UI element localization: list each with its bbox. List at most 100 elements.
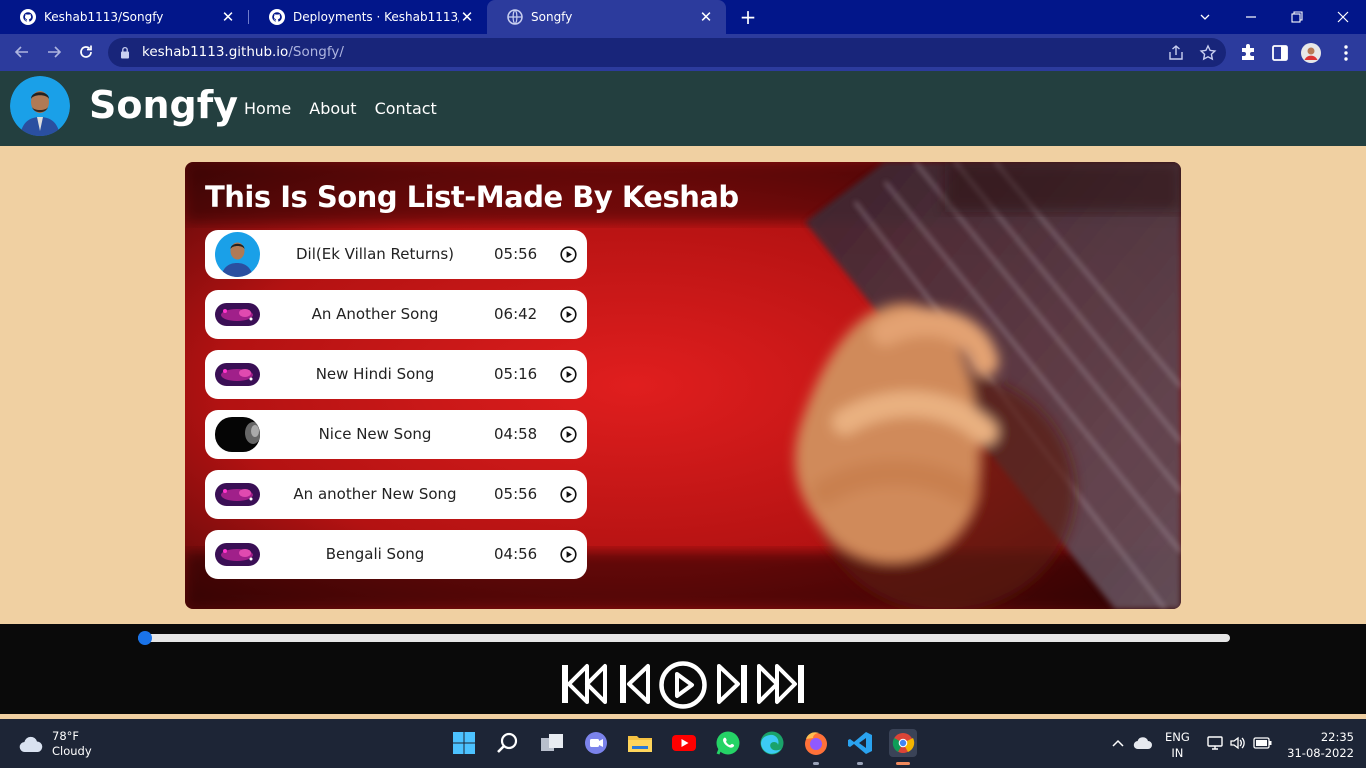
song-item[interactable]: Dil(Ek Villan Returns) 05:56 [205,230,587,279]
minimize-icon[interactable] [1228,0,1274,34]
menu-kebab-icon[interactable] [1336,43,1356,63]
onedrive-cloud-icon[interactable] [1133,736,1153,750]
battery-icon[interactable] [1253,736,1273,750]
url-host: keshab1113.github.io [142,44,289,60]
new-tab-button[interactable]: + [737,5,759,29]
forward-arrow-icon[interactable] [39,37,69,67]
song-duration: 04:56 [494,545,538,563]
song-item[interactable]: New Hindi Song 05:16 [205,350,587,399]
teams-chat-icon[interactable] [582,729,610,757]
chevron-up-icon[interactable] [1111,737,1125,749]
tab-title: Songfy [531,10,573,24]
music-player-bar [0,624,1366,714]
close-icon[interactable]: ✕ [459,8,475,26]
vscode-running-indicator [857,762,863,765]
edge-browser-icon[interactable] [758,729,786,757]
seek-handle[interactable] [138,631,152,645]
share-icon[interactable] [1167,44,1185,62]
tab-github-repo[interactable]: Keshab1113/Songfy ✕ [0,0,248,34]
song-item[interactable]: An another New Song 05:56 [205,470,587,519]
windows-taskbar: 78°F Cloudy ENG IN 22:35 31-08-2022 [0,719,1366,768]
extensions-puzzle-icon[interactable] [1238,43,1258,63]
song-name: An another New Song [293,485,457,503]
previous-track-icon[interactable] [617,662,653,706]
whatsapp-icon[interactable] [714,729,742,757]
next-track-icon[interactable] [714,662,750,706]
nav-link-about[interactable]: About [309,99,356,118]
browser-toolbar: keshab1113.github.io/Songfy/ [0,34,1366,71]
skip-forward-double-icon[interactable] [755,662,807,706]
seek-bar[interactable] [138,634,1230,642]
tab-deployments[interactable]: Deployments · Keshab1113/Songfy ✕ [249,0,487,34]
url-text: keshab1113.github.io/Songfy/ [142,44,344,60]
profile-avatar[interactable] [1301,43,1321,63]
close-icon[interactable]: ✕ [220,8,236,26]
task-view-icon[interactable] [538,729,566,757]
song-list-panel: This Is Song List-Made By Keshab Dil(Ek … [185,162,1181,609]
vscode-icon[interactable] [846,729,874,757]
song-thumbnail [215,483,260,506]
back-arrow-icon[interactable] [7,37,37,67]
play-circle-icon[interactable] [560,246,577,263]
tab-songfy[interactable]: Songfy ✕ [487,0,726,34]
clock-time: 22:35 [1320,730,1354,744]
nav-link-home[interactable]: Home [244,99,291,118]
song-duration: 05:16 [494,365,538,383]
song-thumbnail [215,303,260,326]
language-code: ENG [1165,730,1190,744]
restore-icon[interactable] [1274,0,1320,34]
song-name: New Hindi Song [315,365,435,383]
song-thumbnail [215,543,260,566]
song-name: An Another Song [311,305,439,323]
file-explorer-icon[interactable] [626,729,654,757]
side-panel-icon[interactable] [1270,43,1290,63]
youtube-icon[interactable] [670,729,698,757]
firefox-icon[interactable] [802,729,830,757]
chrome-icon[interactable] [889,729,917,757]
volume-icon[interactable] [1229,735,1247,751]
tab-search-icon[interactable] [1182,0,1228,34]
song-item[interactable]: An Another Song 06:42 [205,290,587,339]
song-thumbnail [215,232,260,277]
windows-start-icon[interactable] [450,729,478,757]
browser-tab-strip: Keshab1113/Songfy ✕ Deployments · Keshab… [0,0,1366,34]
tab-title: Keshab1113/Songfy [44,10,164,24]
play-circle-icon[interactable] [560,366,577,383]
panel-title: This Is Song List-Made By Keshab [205,180,739,214]
close-window-icon[interactable] [1320,0,1366,34]
clock-date: 31-08-2022 [1287,746,1354,760]
play-circle-icon[interactable] [560,486,577,503]
site-navbar: Songfy Home About Contact [0,71,1366,146]
search-icon[interactable] [494,729,522,757]
address-bar[interactable]: keshab1113.github.io/Songfy/ [108,38,1226,67]
url-path: /Songfy/ [288,44,344,60]
song-list: Dil(Ek Villan Returns) 05:56 An Another … [205,230,587,590]
cloud-icon [19,736,43,753]
lock-icon [121,46,129,59]
globe-icon [507,9,523,25]
weather-widget[interactable]: 78°F Cloudy [18,729,92,759]
github-icon [269,9,285,25]
brand-title[interactable]: Songfy [89,83,238,127]
reload-icon[interactable] [71,37,101,67]
song-thumbnail [215,417,260,452]
play-circle-icon[interactable] [560,306,577,323]
song-thumbnail [215,363,260,386]
play-circle-icon[interactable] [560,546,577,563]
skip-back-double-icon[interactable] [559,662,611,706]
logo-avatar[interactable] [10,76,70,136]
close-icon[interactable]: ✕ [698,8,714,26]
play-circle-icon[interactable] [560,426,577,443]
weather-temperature: 78°F [52,729,79,743]
play-button-icon[interactable] [658,660,708,710]
bookmark-star-icon[interactable] [1199,44,1217,62]
region-code: IN [1171,746,1184,760]
song-item[interactable]: Bengali Song 04:56 [205,530,587,579]
firefox-running-indicator [813,762,819,765]
language-indicator[interactable]: ENG IN [1165,729,1190,761]
song-duration: 06:42 [494,305,538,323]
system-clock[interactable]: 22:35 31-08-2022 [1284,729,1354,761]
network-icon[interactable] [1206,735,1224,751]
song-item[interactable]: Nice New Song 04:58 [205,410,587,459]
nav-link-contact[interactable]: Contact [375,99,437,118]
